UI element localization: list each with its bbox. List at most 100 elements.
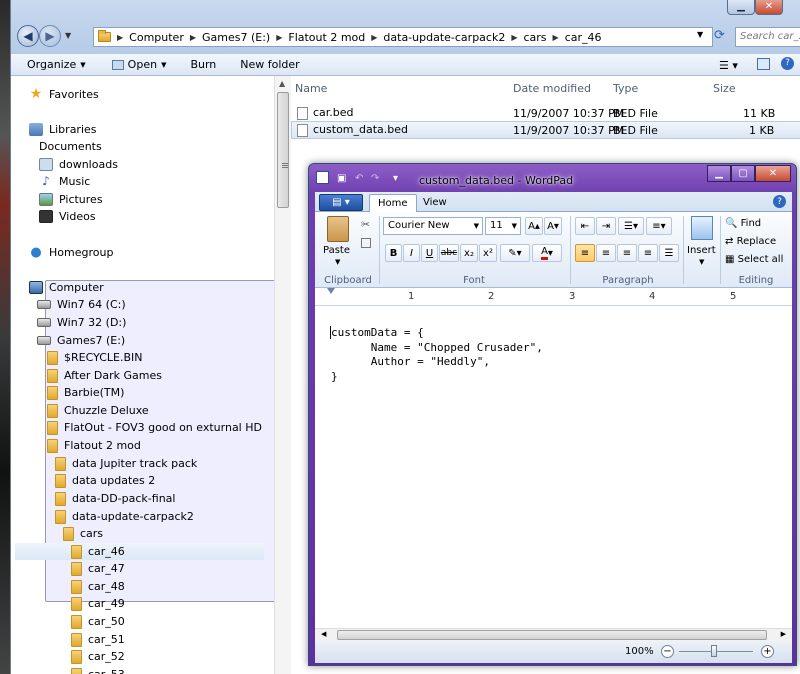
zoom-slider-knob[interactable] xyxy=(711,645,717,657)
nav-folder[interactable]: Flatout 2 mod xyxy=(47,437,274,454)
insert-picture-icon[interactable] xyxy=(691,216,713,240)
nav-music[interactable]: ♪ Music xyxy=(39,173,274,190)
preview-pane-icon[interactable] xyxy=(757,58,770,70)
file-row[interactable]: car.bed 11/9/2007 10:37 PM BED File 11 K… xyxy=(291,104,800,122)
insert-button[interactable]: Insert xyxy=(687,245,716,256)
nav-folder[interactable]: data updates 2 xyxy=(55,472,274,489)
nav-videos[interactable]: Videos xyxy=(39,208,274,225)
font-family-select[interactable]: Courier New ▼ xyxy=(383,217,483,235)
paste-icon[interactable] xyxy=(327,216,349,242)
open-button[interactable]: Open ▼ xyxy=(111,58,166,71)
new-folder-button[interactable]: New folder xyxy=(240,58,299,71)
scroll-up-icon[interactable]: ▲ xyxy=(279,79,285,88)
address-dropdown-icon[interactable]: ▼ xyxy=(697,30,703,39)
ruler[interactable]: 1 2 3 4 5 xyxy=(315,288,792,306)
undo-icon[interactable]: ↶ xyxy=(355,173,363,184)
nav-scrollbar[interactable]: ▲ xyxy=(274,76,291,674)
wp-maximize-button[interactable]: ▢ xyxy=(731,165,755,182)
nav-libraries[interactable]: Libraries xyxy=(29,121,274,138)
redo-icon[interactable]: ↷ xyxy=(371,173,379,184)
nav-folder[interactable]: Chuzzle Deluxe xyxy=(47,402,274,419)
increase-indent-button[interactable]: ⇥ xyxy=(596,217,616,235)
bullets-button[interactable]: ☰▾ xyxy=(618,217,644,235)
back-button[interactable]: ◀ xyxy=(17,25,39,47)
nav-folder[interactable]: After Dark Games xyxy=(47,367,274,384)
nav-folder[interactable]: data Jupiter track pack xyxy=(55,455,274,472)
scroll-right-icon[interactable]: ▶ xyxy=(781,630,786,638)
nav-folder[interactable]: FlatOut - FOV3 good on exturnal HD xyxy=(47,419,274,436)
breadcrumb-cars[interactable]: cars xyxy=(524,31,547,44)
nav-favorites[interactable]: ★ Favorites xyxy=(29,86,274,103)
nav-pictures[interactable]: Pictures xyxy=(39,191,274,208)
chevron-down-icon[interactable]: ▼ xyxy=(699,258,704,266)
save-icon[interactable]: ▣ xyxy=(337,173,346,184)
line-spacing-button[interactable]: ≡▾ xyxy=(646,217,672,235)
breadcrumb-car46[interactable]: car_46 xyxy=(565,31,602,44)
nav-documents[interactable]: Documents xyxy=(39,138,274,602)
chevron-down-icon[interactable]: ▼ xyxy=(335,258,340,266)
nav-folder[interactable]: car_47 xyxy=(71,560,274,577)
subscript-button[interactable]: x₂ xyxy=(460,244,478,262)
nav-folder[interactable]: $RECYCLE.BIN xyxy=(47,349,274,366)
shrink-font-button[interactable]: A▾ xyxy=(544,217,562,235)
document-area[interactable]: customData = { Name = "Chopped Crusader"… xyxy=(315,306,792,628)
nav-folder[interactable]: data-DD-pack-final xyxy=(55,490,274,507)
wordpad-app-icon[interactable] xyxy=(316,171,329,184)
nav-folder[interactable]: Barbie(TM) xyxy=(47,384,274,401)
customize-qat-icon[interactable]: ▾ xyxy=(393,173,398,184)
cut-icon[interactable]: ✂ xyxy=(361,218,370,231)
replace-button[interactable]: ⇄ Replace xyxy=(725,236,776,247)
nav-downloads[interactable]: downloads xyxy=(39,156,274,173)
zoom-out-button[interactable]: − xyxy=(661,645,674,658)
nav-homegroup[interactable]: ● Homegroup xyxy=(29,244,274,261)
organize-button[interactable]: Organize ▼ xyxy=(27,58,86,71)
align-left-button[interactable]: ≡ xyxy=(575,244,595,262)
nav-folder[interactable]: car_50 xyxy=(71,613,274,630)
breadcrumb-carpack[interactable]: data-update-carpack2 xyxy=(383,31,505,44)
column-type[interactable]: Type xyxy=(613,82,638,95)
nav-folder[interactable]: data-update-carpack2 xyxy=(55,508,274,525)
nav-folder[interactable]: car_49 xyxy=(71,595,274,612)
recent-pages-chevron-icon[interactable]: ▼ xyxy=(65,31,71,40)
wp-minimize-button[interactable]: ▁ xyxy=(707,165,731,182)
address-bar[interactable]: ▶ Computer ▶ Games7 (E:) ▶ Flatout 2 mod… xyxy=(93,27,713,47)
align-center-button[interactable]: ≡ xyxy=(596,244,616,262)
font-color-button[interactable]: A ▾ xyxy=(532,244,562,262)
scroll-left-icon[interactable]: ◀ xyxy=(321,630,326,638)
scroll-thumb[interactable] xyxy=(277,92,289,208)
highlight-button[interactable]: ✎▾ xyxy=(500,244,530,262)
column-date[interactable]: Date modified xyxy=(513,82,591,95)
close-button[interactable]: ✕ xyxy=(755,0,783,15)
nav-drive-c[interactable]: Win7 64 (C:) xyxy=(37,296,274,313)
underline-button[interactable]: U xyxy=(421,244,438,262)
help-icon[interactable]: ? xyxy=(773,195,786,208)
tab-view[interactable]: View xyxy=(415,194,455,213)
column-name[interactable]: Name xyxy=(295,82,327,95)
nav-folder[interactable]: car_52 xyxy=(71,648,274,665)
refresh-icon[interactable]: ⟳ xyxy=(714,28,725,43)
column-size[interactable]: Size xyxy=(713,82,736,95)
strikethrough-button[interactable]: abc xyxy=(439,244,459,262)
copy-icon[interactable] xyxy=(361,238,371,248)
breadcrumb-computer[interactable]: Computer xyxy=(129,31,184,44)
decrease-indent-button[interactable]: ⇤ xyxy=(575,217,595,235)
paragraph-button[interactable]: ☰ xyxy=(659,244,679,262)
align-right-button[interactable]: ≡ xyxy=(617,244,637,262)
indent-marker-icon[interactable] xyxy=(327,288,335,296)
scroll-thumb[interactable] xyxy=(337,630,767,640)
italic-button[interactable]: I xyxy=(403,244,420,262)
nav-drive-e[interactable]: Games7 (E:) xyxy=(37,332,274,349)
burn-button[interactable]: Burn xyxy=(190,58,216,71)
horizontal-scrollbar[interactable]: ◀ ▶ xyxy=(315,628,792,641)
wp-close-button[interactable]: ✕ xyxy=(755,165,791,182)
grow-font-button[interactable]: A▴ xyxy=(525,217,543,235)
nav-computer[interactable]: Computer xyxy=(29,279,274,296)
nav-folder[interactable]: car_53 xyxy=(71,666,274,674)
tab-home[interactable]: Home xyxy=(369,194,417,213)
app-menu-button[interactable]: ▤ ▾ xyxy=(319,194,363,211)
breadcrumb-drive[interactable]: Games7 (E:) xyxy=(202,31,270,44)
search-input[interactable]: Search car_... xyxy=(735,27,800,47)
help-icon[interactable]: ? xyxy=(781,57,794,70)
find-button[interactable]: 🔍 Find xyxy=(725,218,761,229)
bold-button[interactable]: B xyxy=(385,244,402,262)
